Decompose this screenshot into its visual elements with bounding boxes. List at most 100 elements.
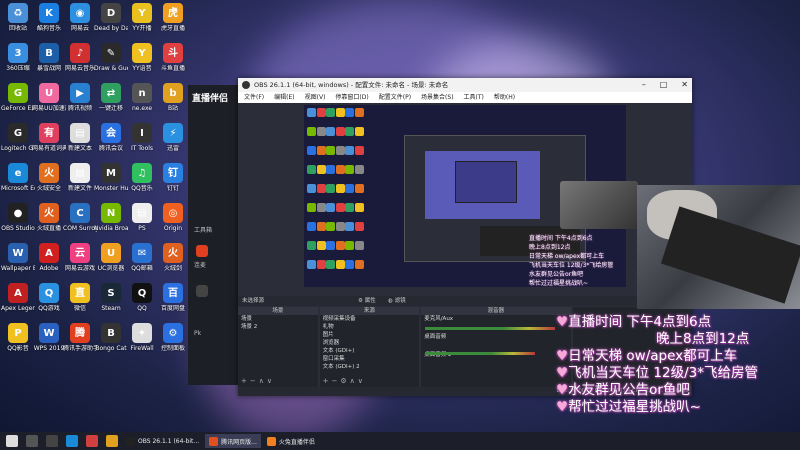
desktop-icon[interactable]: ▤ PS <box>125 203 159 232</box>
desktop-icon[interactable]: 有网易有道词典 <box>32 123 66 152</box>
obs-menu-item[interactable]: 工具(T) <box>464 92 484 103</box>
desktop-icon[interactable]: 虎虎牙直播 <box>156 3 190 32</box>
desktop-icon[interactable]: ✎ Draw & Guess <box>94 43 128 72</box>
obs-menu-item[interactable]: 配置文件(P) <box>379 92 411 103</box>
desktop-icon[interactable]: 直微信 <box>63 283 97 312</box>
source-item[interactable]: 视频采集设备 <box>320 315 420 323</box>
desktop-icon[interactable]: ⇄ 一键迁移 <box>94 83 128 112</box>
desktop-icon[interactable]: ▤ 新建文件 <box>63 163 97 192</box>
desktop-icon[interactable]: ⚙ 控制面板 <box>156 323 190 352</box>
desktop-icon[interactable]: U 网易UU加速器 <box>32 83 66 112</box>
edge-icon[interactable] <box>66 435 78 447</box>
desktop-icon[interactable]: Q QQ游戏 <box>32 283 66 312</box>
app-icon: M <box>101 163 121 183</box>
app-icon[interactable] <box>86 435 98 447</box>
close-icon[interactable]: ✕ <box>681 78 688 92</box>
desktop-icon[interactable]: S Steam <box>94 283 128 312</box>
desktop-icon[interactable]: M Monster Hunter <box>94 163 128 192</box>
desktop-icon[interactable]: 火火绒安全 <box>32 163 66 192</box>
desktop-icon[interactable]: C COM Surrogate <box>63 203 97 232</box>
scene-item[interactable]: 场景 <box>238 315 318 323</box>
obs-menu-item[interactable]: 视图(V) <box>305 92 326 103</box>
preview-desktop-icon <box>354 108 364 117</box>
helper-app-window[interactable]: 直播伴侣 工具箱 连麦 Pk <box>188 85 238 385</box>
desktop-icon[interactable]: 百百度网盘 <box>156 283 190 312</box>
desktop-icon[interactable]: 火火绒直播 <box>32 203 66 232</box>
start-icon[interactable] <box>6 435 18 447</box>
desktop-icon[interactable]: K 酷狗音乐 <box>32 3 66 32</box>
filters-button[interactable]: ◍ 滤镜 <box>388 296 406 306</box>
desktop-icon[interactable]: D Dead by Daylight <box>94 3 128 32</box>
helper-side-label[interactable]: 工具箱 <box>194 225 212 234</box>
desktop-icon[interactable]: n ne.exe <box>125 83 159 112</box>
desktop-icon[interactable]: W WPS 2019 <box>32 323 66 352</box>
obs-menu-item[interactable]: 停靠窗口(D) <box>335 92 368 103</box>
desktop-icon[interactable]: ◎ Origin <box>156 203 190 232</box>
helper-side-label[interactable]: Pk <box>194 330 201 337</box>
source-item[interactable]: 浏览器 <box>320 339 420 347</box>
desktop-icon[interactable]: W Wallpaper Engine <box>1 243 35 272</box>
desktop-icon[interactable]: I IT Tools <box>125 123 159 152</box>
properties-button[interactable]: ⚙ 属性 <box>358 296 376 306</box>
helper-side-label[interactable]: 连麦 <box>194 260 206 269</box>
obs-menu-item[interactable]: 文件(F) <box>244 92 264 103</box>
desktop-icon[interactable]: ▤ 新建文本 <box>63 123 97 152</box>
obs-menu-item[interactable]: 编辑(E) <box>274 92 294 103</box>
desktop-icon[interactable]: N Nvidia Broadcast <box>94 203 128 232</box>
desktop-icon[interactable]: ✉ QQ邮箱 <box>125 243 159 272</box>
desktop-icon[interactable]: 钉钉钉 <box>156 163 190 192</box>
preview-desktop-icon <box>307 108 316 117</box>
desktop-icon[interactable]: ⚡ 迅雷 <box>156 123 190 152</box>
desktop-icon[interactable]: B Bongo Cat <box>94 323 128 352</box>
obs-titlebar[interactable]: OBS 26.1.1 (64-bit, windows) - 配置文件: 未命名… <box>238 78 692 92</box>
taskview-icon[interactable] <box>46 435 58 447</box>
obs-menu-item[interactable]: 场景集合(S) <box>421 92 454 103</box>
preview-desktop-icon <box>354 222 364 231</box>
desktop-icon[interactable]: G GeForce Experience <box>1 83 35 112</box>
desktop-icon[interactable]: B 暴雪战网 <box>32 43 66 72</box>
obs-menu-item[interactable]: 帮助(H) <box>494 92 515 103</box>
taskbar-app[interactable]: OBS 26.1.1 (64-bit... <box>122 434 203 448</box>
app-icon: ● <box>8 203 28 223</box>
scene-item[interactable]: 场景 2 <box>238 323 318 331</box>
desktop-icon[interactable]: 斗斗鱼直播 <box>156 43 190 72</box>
desktop-icon[interactable]: Q QQ <box>125 283 159 312</box>
desktop-icon[interactable]: A Adobe <box>32 243 66 272</box>
desktop-icon[interactable]: G Logitech G HUB <box>1 123 35 152</box>
source-item[interactable]: 礼物 <box>320 323 420 331</box>
settings-icon[interactable] <box>196 285 208 297</box>
desktop-icon[interactable]: 会腾讯会议 <box>94 123 128 152</box>
desktop-icon[interactable]: ● OBS Studio <box>1 203 35 232</box>
desktop-icon[interactable]: 腾腾讯手游助手 <box>63 323 97 352</box>
desktop-icon[interactable]: e Microsoft Edge <box>1 163 35 192</box>
desktop-icon[interactable]: Y YY语音 <box>125 43 159 72</box>
mic-link-icon[interactable] <box>196 245 208 257</box>
search-icon[interactable] <box>26 435 38 447</box>
taskbar-app[interactable]: 腾讯网页版... <box>205 434 261 448</box>
preview-desktop-icon <box>326 222 335 231</box>
desktop-icon[interactable]: A Apex Legends <box>1 283 35 312</box>
desktop-icon[interactable]: Y YY开播 <box>125 3 159 32</box>
source-item[interactable]: 文本 (GDI+) <box>320 347 420 355</box>
source-controls[interactable]: +−⚙∧∨ <box>323 377 366 385</box>
scene-controls[interactable]: +−∧∨ <box>241 377 275 385</box>
maximize-icon[interactable]: □ <box>660 78 668 92</box>
desktop-icon[interactable]: ◉ 网易云 <box>63 3 97 32</box>
desktop-icon[interactable]: U UC浏览器 <box>94 243 128 272</box>
desktop-icon[interactable]: 3 360压缩 <box>1 43 35 72</box>
desktop-icon[interactable]: ♫ QQ音乐 <box>125 163 159 192</box>
folder-icon[interactable] <box>106 435 118 447</box>
source-item[interactable]: 窗口采集 <box>320 355 420 363</box>
desktop-icon[interactable]: P QQ影音 <box>1 323 35 352</box>
source-item[interactable]: 图片 <box>320 331 420 339</box>
taskbar-app[interactable]: 火兔直播伴侣 <box>263 434 319 448</box>
desktop-icon[interactable]: b B站 <box>156 83 190 112</box>
desktop-icon[interactable]: 火火绒剑 <box>156 243 190 272</box>
desktop-icon[interactable]: ▶ 腾讯视频 <box>63 83 97 112</box>
desktop-icon[interactable]: 云网易云游戏 <box>63 243 97 272</box>
desktop-icon[interactable]: ♪ 网易云音乐 <box>63 43 97 72</box>
desktop-icon[interactable]: ♻ 回收站 <box>1 3 35 32</box>
minimize-icon[interactable]: – <box>642 78 646 92</box>
source-item[interactable]: 文本 (GDI+) 2 <box>320 363 420 371</box>
desktop-icon[interactable]: ✦ FireWall <box>125 323 159 352</box>
